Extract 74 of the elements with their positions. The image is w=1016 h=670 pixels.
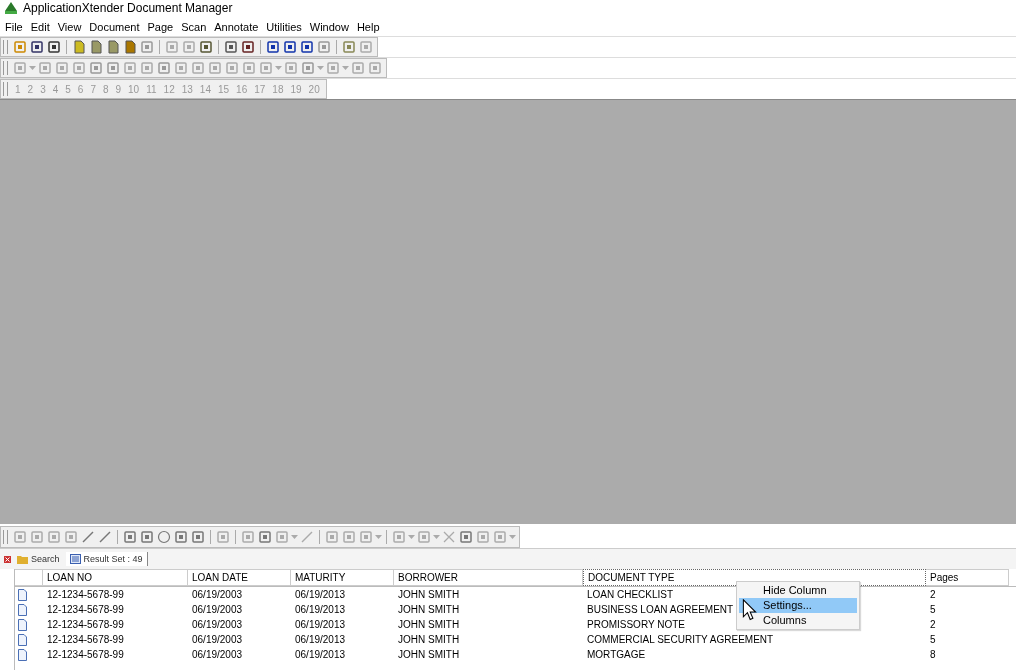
menu-item[interactable]: Hide Column bbox=[739, 583, 857, 598]
menu-item[interactable]: Annotate bbox=[209, 21, 262, 33]
table-cell-text: 06/19/2013 bbox=[294, 634, 346, 645]
document-icon bbox=[18, 588, 27, 601]
table-cell-text: 12-1234-5678-99 bbox=[46, 619, 124, 630]
menu-item[interactable]: Window bbox=[304, 21, 352, 33]
table-cell-text: LOAN CHECKLIST bbox=[586, 589, 674, 600]
table-cell-text: 2 bbox=[929, 619, 936, 630]
table-cell-text: JOHN SMITH bbox=[397, 619, 460, 630]
table-cell-text: 06/19/2013 bbox=[294, 649, 346, 660]
table-cell-text: 12-1234-5678-99 bbox=[46, 589, 124, 600]
column-header[interactable]: BORROWER bbox=[394, 569, 583, 586]
table-cell-text: 2 bbox=[929, 589, 936, 600]
document-icon bbox=[18, 603, 27, 616]
caret-icon[interactable] bbox=[291, 535, 298, 539]
table-cell-text: JOHN SMITH bbox=[397, 589, 460, 600]
tree-logo-icon bbox=[4, 2, 18, 14]
table-cell-text: 12-1234-5678-99 bbox=[46, 634, 124, 645]
table-cell-text: 5 bbox=[929, 634, 936, 645]
menu-item[interactable]: Scan bbox=[176, 21, 210, 33]
document-icon bbox=[18, 633, 27, 646]
table-cell-text: 06/19/2003 bbox=[191, 619, 243, 630]
column-header[interactable] bbox=[15, 569, 43, 586]
menu-item[interactable]: Settings... bbox=[739, 598, 857, 613]
table-cell-text: 06/19/2003 bbox=[191, 604, 243, 615]
table-cell-text: BUSINESS LOAN AGREEMENT bbox=[586, 604, 734, 615]
caret-icon[interactable] bbox=[29, 66, 36, 70]
menu-item[interactable]: Document bbox=[84, 21, 143, 33]
menu-item[interactable]: View bbox=[52, 21, 85, 33]
table-cell-text: JOHN SMITH bbox=[397, 649, 460, 660]
menu-item[interactable]: File bbox=[0, 21, 26, 33]
column-header[interactable]: Pages bbox=[926, 569, 1009, 586]
table-cell-text: 5 bbox=[929, 604, 936, 615]
column-header[interactable]: MATURITY bbox=[291, 569, 394, 586]
tab[interactable]: Result Set : 49 bbox=[65, 552, 148, 566]
table-cell-text: 06/19/2003 bbox=[191, 634, 243, 645]
caret-icon[interactable] bbox=[433, 535, 440, 539]
tab[interactable]: Search bbox=[13, 552, 64, 566]
table-cell-text: 8 bbox=[929, 649, 936, 660]
document-icon[interactable] bbox=[106, 40, 120, 54]
line-icon[interactable] bbox=[300, 530, 314, 544]
table-cell-text: 12-1234-5678-99 bbox=[46, 604, 124, 615]
document-icon[interactable] bbox=[89, 40, 103, 54]
circle-icon[interactable] bbox=[157, 530, 171, 544]
table-cell-text: JOHN SMITH bbox=[397, 634, 460, 645]
caret-icon[interactable] bbox=[317, 66, 324, 70]
mouse-pointer-icon bbox=[742, 599, 757, 621]
caret-icon[interactable] bbox=[275, 66, 282, 70]
table-cell-text: 06/19/2003 bbox=[191, 649, 243, 660]
document-icon bbox=[18, 648, 27, 661]
table-cell-text: JOHN SMITH bbox=[397, 604, 460, 615]
window-title: ApplicationXtender Document Manager bbox=[23, 1, 233, 15]
table-cell-text: 06/19/2003 bbox=[191, 589, 243, 600]
table-cell-text: MORTGAGE bbox=[586, 649, 646, 660]
caret-icon[interactable] bbox=[375, 535, 382, 539]
document-icon bbox=[18, 618, 27, 631]
table-cell-text: COMMERCIAL SECURITY AGREEMENT bbox=[586, 634, 774, 645]
caret-icon[interactable] bbox=[408, 535, 415, 539]
caret-icon[interactable] bbox=[509, 535, 516, 539]
caret-icon[interactable] bbox=[342, 66, 349, 70]
document-icon[interactable] bbox=[123, 40, 137, 54]
menu-item[interactable]: Help bbox=[351, 21, 383, 33]
line-icon[interactable] bbox=[81, 530, 95, 544]
menu-item[interactable]: Edit bbox=[25, 21, 53, 33]
table-cell-text: PROMISSORY NOTE bbox=[586, 619, 685, 630]
menu-item[interactable]: Page bbox=[142, 21, 177, 33]
column-header[interactable]: LOAN NO bbox=[43, 569, 188, 586]
menu-item[interactable]: Columns bbox=[739, 613, 857, 628]
column-header[interactable]: LOAN DATE bbox=[188, 569, 291, 586]
table-cell-text: 06/19/2013 bbox=[294, 604, 346, 615]
table-cell-text: 06/19/2013 bbox=[294, 619, 346, 630]
table-cell-text: 12-1234-5678-99 bbox=[46, 649, 124, 660]
table-cell-text: 06/19/2013 bbox=[294, 589, 346, 600]
menu-item[interactable]: Utilities bbox=[261, 21, 305, 33]
